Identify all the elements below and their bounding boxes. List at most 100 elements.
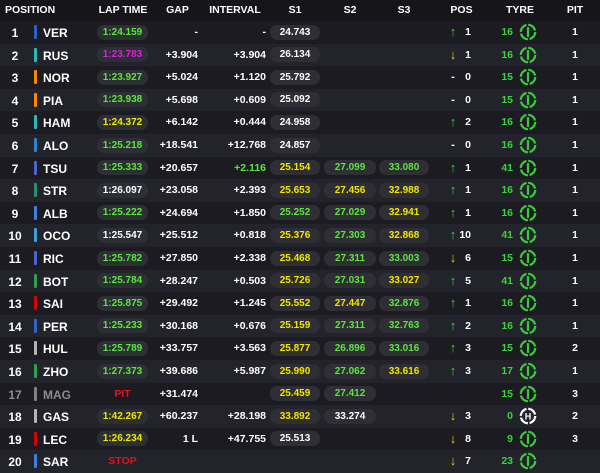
- position-number: 13: [8, 297, 22, 312]
- table-row[interactable]: 3 NOR 1:23.927 +5.024 +1.120 25.792 -0 15 1: [0, 66, 600, 89]
- position-number: 9: [11, 206, 19, 221]
- position-number: 3: [11, 71, 19, 86]
- lap-time: 1:27.373: [97, 363, 148, 379]
- driver-code: ZHO: [43, 365, 69, 379]
- tyre-intermediate-icon: [519, 91, 537, 109]
- tyre-laps: 16: [501, 139, 513, 151]
- table-row[interactable]: 18 GAS 1:42.267 +60.237 +28.198 33.892 33.274 ↓…: [0, 405, 600, 428]
- table-row[interactable]: 10 OCO 1:25.547 +25.512 +0.818 25.376 27.303 32…: [0, 224, 600, 247]
- pit-count: 2: [572, 342, 578, 355]
- sector-s1-time: 24.743: [270, 24, 320, 40]
- sector-s3-time: [379, 431, 429, 446]
- tyre-intermediate-icon: [519, 272, 537, 289]
- driver-code: GAS: [43, 410, 70, 425]
- team-color-bar: [34, 431, 37, 446]
- table-row[interactable]: 20 SAR STOP ↓ 7 23: [0, 450, 600, 473]
- position-number: 1: [11, 26, 19, 40]
- driver-code: RIC: [43, 252, 64, 266]
- sector-s2-time: [324, 47, 376, 62]
- table-row[interactable]: 2 RUS 1:23.783 +3.904 +3.904 26.134 ↓ 1 16 1: [0, 43, 600, 67]
- sector-s2-time: [324, 115, 376, 130]
- pit-count: 1: [572, 252, 578, 264]
- arrow-up-icon: ↑: [449, 114, 457, 130]
- table-row[interactable]: 5 HAM 1:24.372 +6.142 +0.444 24.958 ↑ 2 16 1: [0, 111, 600, 134]
- tyre-intermediate-icon: [519, 362, 537, 380]
- position-change: 3: [465, 342, 471, 355]
- driver-code: PER: [43, 319, 68, 334]
- driver-code: TSU: [43, 161, 67, 176]
- sector-s2-time: [324, 138, 376, 153]
- table-row[interactable]: 16 ZHO 1:27.373 +39.686 +5.987 25.990 27.062 33…: [0, 360, 600, 383]
- driver-code: SAR: [43, 455, 69, 470]
- pit-count: 1: [572, 184, 578, 197]
- driver-code: SAI: [43, 297, 64, 312]
- interval-value: +2.116: [234, 161, 266, 174]
- no-change-icon: -: [451, 93, 455, 106]
- sector-s3-time: 32.988: [379, 182, 429, 198]
- lap-time: 1:25.218: [97, 137, 148, 153]
- team-color-bar: [34, 364, 37, 378]
- sector-s3-time: [379, 47, 429, 62]
- table-row[interactable]: 13 SAI 1:25.875 +29.492 +1.245 25.552 27.447 32…: [0, 292, 600, 315]
- team-color-bar: [34, 386, 37, 401]
- timing-table: POSITION LAP TIME GAP INTERVAL S1 S2 S3 …: [0, 0, 600, 473]
- table-row[interactable]: 11 RIC 1:25.782 +27.850 +2.338 25.468 27.311 33…: [0, 247, 600, 270]
- table-row[interactable]: 1 VER 1:24.159- -24.743 ↑ 1 16 1: [0, 21, 600, 44]
- gap-value: +6.142: [165, 116, 198, 129]
- position-change: 1: [465, 184, 471, 197]
- position-number: 20: [8, 455, 22, 470]
- tyre-intermediate-icon: [519, 159, 537, 176]
- lap-time: 1:23.783: [97, 47, 148, 63]
- table-row[interactable]: 17 MAG PIT +31.474 25.459 27.412 15 3: [0, 383, 600, 406]
- interval-value: +47.755: [227, 432, 266, 445]
- position-change: 8: [465, 432, 471, 445]
- header-lap-time: LAP TIME: [98, 4, 148, 16]
- lap-time: 1:42.267: [97, 408, 148, 424]
- pit-count: 2: [572, 410, 578, 423]
- lap-time: 1:25.547: [97, 227, 148, 243]
- table-row[interactable]: 7 TSU 1:25.333 +20.657 +2.116 25.154 27.099 33.…: [0, 157, 600, 180]
- team-color-bar: [34, 25, 37, 39]
- tyre-intermediate-icon: [519, 294, 537, 312]
- position-number: 17: [8, 387, 22, 402]
- sector-s3-time: 33.616: [379, 363, 429, 379]
- interval-value: +0.609: [233, 93, 266, 106]
- team-color-bar: [34, 205, 37, 220]
- gap-value: +60.237: [159, 410, 198, 423]
- interval-value: +3.563: [233, 342, 266, 355]
- tyre-intermediate-icon: [519, 249, 537, 267]
- team-color-bar: [34, 70, 37, 85]
- gap-value: 1 L: [182, 432, 198, 445]
- driver-code: HUL: [43, 342, 68, 357]
- tyre-laps: 16: [501, 297, 513, 310]
- table-row[interactable]: 12 BOT 1:25.784 +28.247 +0.503 25.726 27.031 33…: [0, 269, 600, 293]
- position-number: 19: [8, 432, 22, 447]
- pit-count: 3: [572, 432, 578, 445]
- sector-s1-time: 25.252: [270, 205, 320, 221]
- status-label: PIT: [114, 387, 131, 400]
- table-row[interactable]: 19 LEC 1:26.234 1 L +47.755 25.513 ↓ 8 9 3: [0, 428, 600, 451]
- tyre-laps: 15: [501, 93, 513, 106]
- sector-s3-time: 33.027: [379, 273, 429, 289]
- sector-s3-time: [379, 92, 429, 107]
- sector-s2-time: 27.031: [324, 273, 376, 289]
- table-row[interactable]: 6 ALO 1:25.218 +18.541 +12.768 24.857 -0 16 1: [0, 134, 600, 157]
- sector-s2-time: 27.447: [324, 295, 376, 311]
- sector-s3-time: [379, 454, 429, 469]
- table-row[interactable]: 15 HUL 1:25.789 +33.757 +3.563 25.877 26.896 33…: [0, 337, 600, 360]
- interval-value: -: [262, 26, 267, 38]
- table-row[interactable]: 9 ALB 1:25.222 +24.694 +1.850 25.252 27.029 32.…: [0, 202, 600, 225]
- arrow-down-icon: ↓: [449, 430, 457, 446]
- sector-s2-time: 33.274: [324, 408, 376, 424]
- driver-code: ALO: [43, 139, 69, 153]
- position-change: 0: [465, 71, 471, 84]
- position-number: 14: [8, 319, 22, 334]
- table-row[interactable]: 14 PER 1:25.233 +30.168 +0.676 25.159 27.311 32…: [0, 314, 600, 338]
- pit-count: 1: [572, 71, 578, 84]
- gap-value: +5.024: [165, 71, 198, 84]
- driver-code: LEC: [43, 432, 67, 447]
- sector-s3-time: 32.941: [379, 205, 429, 221]
- table-row[interactable]: 4 PIA 1:23.938 +5.698 +0.609 25.092 -0 15 1: [0, 88, 600, 112]
- table-row[interactable]: 8 STR 1:26.097 +23.058 +2.393 25.653 27.456 32.…: [0, 179, 600, 202]
- gap-value: +3.904: [165, 48, 198, 61]
